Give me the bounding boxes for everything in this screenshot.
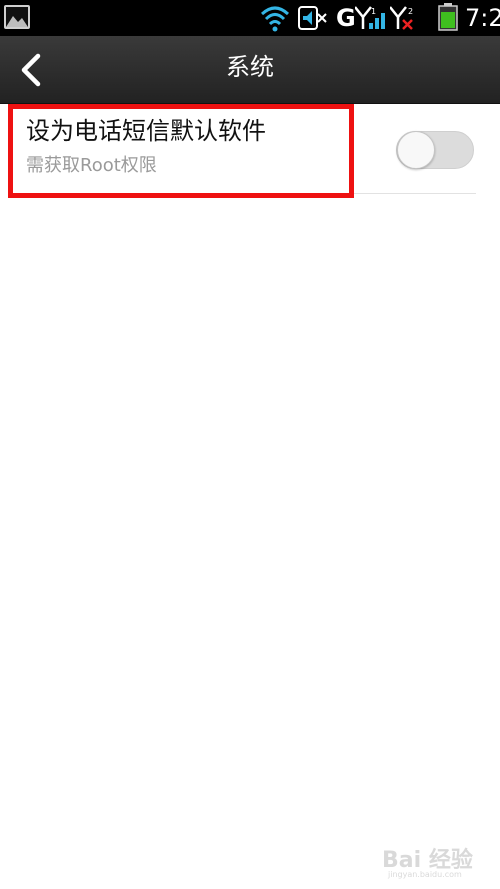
setting-title: 设为电话短信默认软件 [26,117,266,145]
gallery-icon [4,5,30,29]
svg-text:1: 1 [371,7,376,16]
volume-icon [298,6,327,30]
wifi-icon [260,6,290,32]
svg-text:2: 2 [408,7,413,16]
toggle-knob [397,131,435,169]
status-bar: G 1 2 7:21 [0,0,500,36]
network-type-label: G [336,4,356,32]
signal-icon: 1 [355,6,385,29]
title-bar: 系统 [0,36,500,104]
watermark-url: jingyan.baidu.com [388,870,462,879]
page-title: 系统 [226,53,274,81]
setting-subtitle: 需获取Root权限 [26,155,157,176]
watermark: Bai 经验 jingyan.baidu.com [382,836,494,886]
default-sms-toggle[interactable] [396,131,474,169]
clock-time: 7:21 [465,4,500,32]
setting-row-default-sms[interactable]: 设为电话短信默认软件 需获取Root权限 [24,104,476,194]
battery-icon [438,3,458,31]
signal-2-icon: 2 [390,6,413,30]
